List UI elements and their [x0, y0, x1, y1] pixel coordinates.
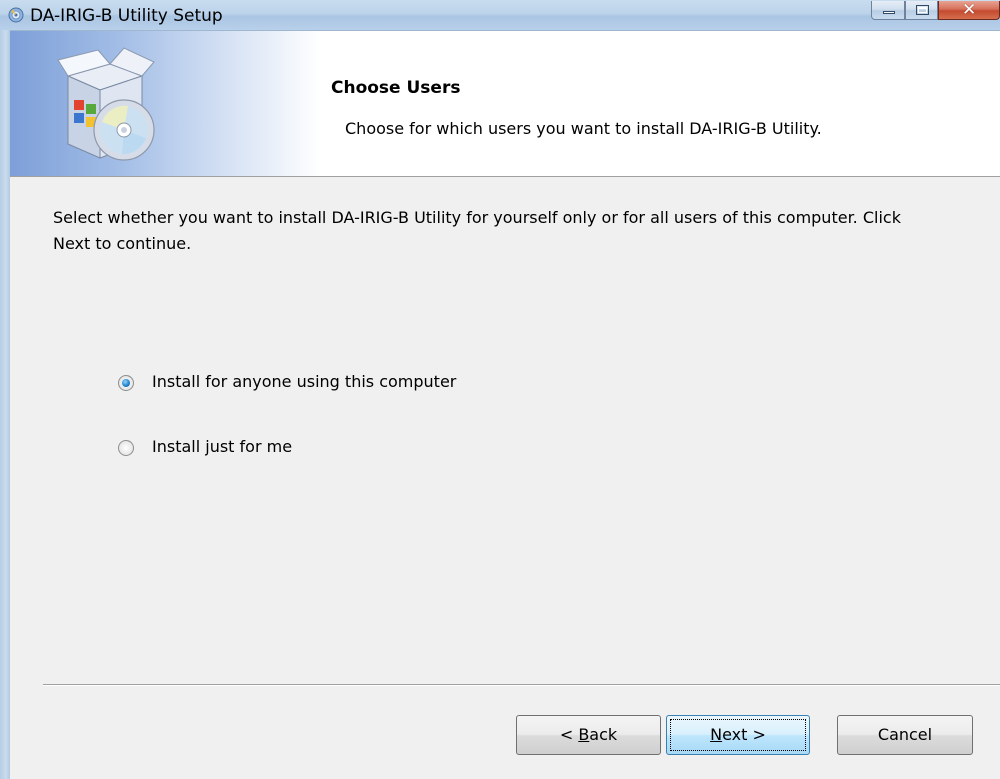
- back-button-prefix: <: [559, 725, 579, 744]
- page-subtitle: Choose for which users you want to insta…: [345, 119, 822, 138]
- page-title: Choose Users: [331, 78, 461, 98]
- close-button[interactable]: ✕: [938, 0, 1000, 20]
- back-button-rest: ack: [589, 725, 618, 744]
- close-icon: ✕: [962, 0, 977, 20]
- radio-unselected-icon[interactable]: [118, 440, 134, 456]
- installer-disc-icon: [8, 7, 24, 23]
- setup-window: DA-IRIG-B Utility Setup ✕ Choose Users C…: [0, 0, 1000, 779]
- radio-label-just-me[interactable]: Install just for me: [152, 437, 292, 456]
- radio-selected-icon[interactable]: [118, 375, 134, 391]
- window-title: DA-IRIG-B Utility Setup: [30, 6, 223, 26]
- wizard-header: Choose Users Choose for which users you …: [10, 31, 1000, 177]
- window-frame-left: [0, 30, 10, 779]
- back-button[interactable]: < Back: [516, 715, 661, 755]
- radio-label-all-users[interactable]: Install for anyone using this computer: [152, 372, 456, 391]
- next-button[interactable]: Next >: [666, 715, 810, 755]
- title-bar[interactable]: DA-IRIG-B Utility Setup ✕: [0, 0, 1000, 31]
- minimize-button[interactable]: [871, 1, 905, 20]
- back-button-accel: B: [578, 725, 590, 744]
- maximize-button[interactable]: [905, 1, 938, 20]
- minimize-icon: [883, 11, 895, 14]
- maximize-icon: [916, 5, 929, 15]
- footer-divider: [43, 684, 1000, 685]
- intro-text: Select whether you want to install DA-IR…: [53, 208, 901, 253]
- install-box-cd-icon: [57, 47, 155, 161]
- focus-rectangle: [670, 719, 806, 751]
- cancel-button[interactable]: Cancel: [837, 715, 973, 755]
